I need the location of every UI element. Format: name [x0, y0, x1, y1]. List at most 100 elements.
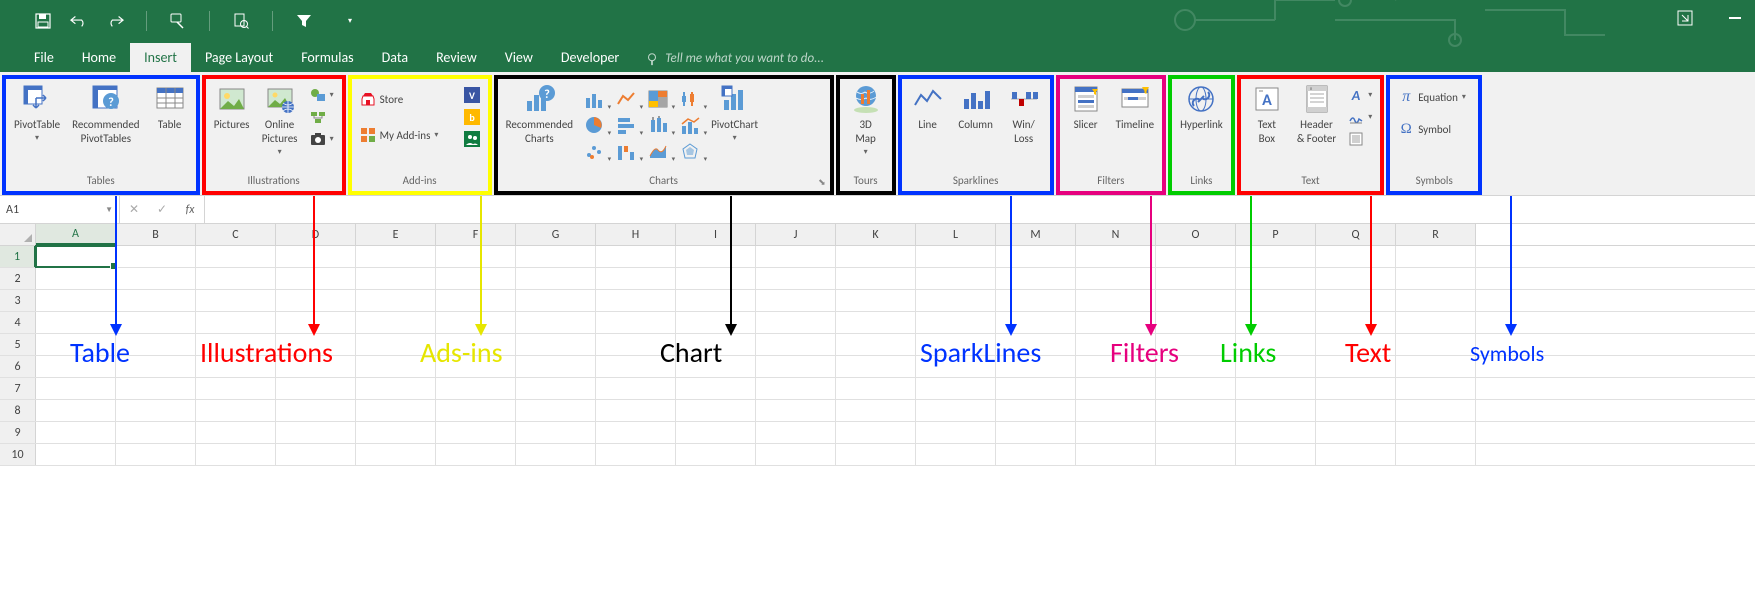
cell[interactable] — [836, 290, 916, 311]
cell[interactable] — [756, 312, 836, 333]
cell[interactable] — [196, 378, 276, 399]
cell[interactable] — [596, 400, 676, 421]
cell[interactable] — [516, 400, 596, 421]
column-header[interactable]: F — [436, 224, 516, 245]
cell[interactable] — [116, 334, 196, 355]
cell[interactable] — [516, 378, 596, 399]
cell[interactable] — [356, 444, 436, 465]
cell[interactable] — [1156, 356, 1236, 377]
cell[interactable] — [996, 312, 1076, 333]
cell[interactable] — [836, 356, 916, 377]
cell[interactable] — [276, 378, 356, 399]
cell[interactable] — [676, 378, 756, 399]
cell[interactable] — [1236, 356, 1316, 377]
cell[interactable] — [596, 356, 676, 377]
cell[interactable] — [436, 356, 516, 377]
cell[interactable] — [676, 290, 756, 311]
tell-me-search[interactable]: Tell me what you want to do... — [645, 51, 824, 72]
pie-chart-button[interactable]: ▾ — [581, 113, 607, 137]
screenshot-button[interactable]: ▾ — [306, 129, 338, 149]
cell[interactable] — [836, 378, 916, 399]
cell[interactable] — [1396, 312, 1476, 333]
cell[interactable] — [756, 444, 836, 465]
cell[interactable] — [356, 290, 436, 311]
cell[interactable] — [916, 356, 996, 377]
cell[interactable] — [356, 378, 436, 399]
cell[interactable] — [1076, 378, 1156, 399]
store-button[interactable]: Store — [356, 89, 456, 109]
cell[interactable] — [756, 268, 836, 289]
minimize-icon[interactable] — [1725, 8, 1745, 28]
cell[interactable] — [276, 312, 356, 333]
cell[interactable] — [1236, 268, 1316, 289]
cell[interactable] — [996, 444, 1076, 465]
cell[interactable] — [1076, 356, 1156, 377]
cell[interactable] — [356, 400, 436, 421]
ribbon-display-icon[interactable] — [1675, 8, 1695, 28]
name-box[interactable]: A1▼ — [0, 196, 120, 223]
scatter-chart-button[interactable]: ▾ — [581, 139, 607, 163]
cell[interactable] — [36, 268, 116, 289]
cell[interactable] — [276, 356, 356, 377]
cell[interactable] — [996, 378, 1076, 399]
cell[interactable] — [1316, 268, 1396, 289]
redo-icon[interactable] — [106, 12, 124, 30]
cell[interactable] — [596, 246, 676, 267]
column-header[interactable]: E — [356, 224, 436, 245]
tab-formulas[interactable]: Formulas — [287, 43, 367, 72]
cell[interactable] — [116, 290, 196, 311]
cell[interactable] — [36, 334, 116, 355]
cell[interactable] — [196, 246, 276, 267]
tab-review[interactable]: Review — [422, 43, 491, 72]
pictures-button[interactable]: Pictures — [210, 81, 254, 133]
cell[interactable] — [1156, 334, 1236, 355]
cell[interactable] — [1156, 422, 1236, 443]
column-header[interactable]: B — [116, 224, 196, 245]
radar-chart-button[interactable]: ▾ — [677, 139, 703, 163]
cell[interactable] — [116, 400, 196, 421]
combo-chart-button[interactable]: ▾ — [677, 113, 703, 137]
cell[interactable] — [996, 290, 1076, 311]
cell[interactable] — [196, 356, 276, 377]
hyperlink-button[interactable]: Hyperlink — [1176, 81, 1227, 133]
touch-mode-icon[interactable] — [169, 12, 187, 30]
cell[interactable] — [1156, 378, 1236, 399]
cell[interactable] — [516, 268, 596, 289]
cell[interactable] — [1156, 246, 1236, 267]
visio-addin-button[interactable]: V — [460, 85, 484, 105]
cell[interactable] — [436, 312, 516, 333]
row-header[interactable]: 9 — [0, 422, 36, 443]
cell[interactable] — [676, 246, 756, 267]
row-header[interactable]: 6 — [0, 356, 36, 377]
people-addin-button[interactable] — [460, 129, 484, 149]
column-header[interactable]: N — [1076, 224, 1156, 245]
bing-addin-button[interactable]: b — [460, 107, 484, 127]
cell[interactable] — [276, 422, 356, 443]
column-header[interactable]: I — [676, 224, 756, 245]
cell[interactable] — [1156, 290, 1236, 311]
cell[interactable] — [916, 400, 996, 421]
cell[interactable] — [436, 246, 516, 267]
column-header[interactable]: P — [1236, 224, 1316, 245]
row-header[interactable]: 3 — [0, 290, 36, 311]
undo-icon[interactable] — [70, 12, 88, 30]
slicer-button[interactable]: Slicer — [1064, 81, 1108, 133]
cell[interactable] — [1236, 312, 1316, 333]
3d-map-button[interactable]: 3D Map ▾ — [844, 81, 888, 159]
cell[interactable] — [36, 400, 116, 421]
cell[interactable] — [1316, 246, 1396, 267]
cell[interactable] — [1156, 444, 1236, 465]
cell[interactable] — [836, 422, 916, 443]
header-footer-button[interactable]: # Header & Footer — [1293, 81, 1340, 147]
cell[interactable] — [356, 312, 436, 333]
cell[interactable] — [196, 312, 276, 333]
cell[interactable] — [436, 290, 516, 311]
cell[interactable] — [436, 334, 516, 355]
column-header[interactable]: L — [916, 224, 996, 245]
cell[interactable] — [196, 290, 276, 311]
tab-file[interactable]: File — [20, 43, 68, 72]
cell[interactable] — [1236, 422, 1316, 443]
cell[interactable] — [116, 444, 196, 465]
cell[interactable] — [756, 378, 836, 399]
cell[interactable] — [1316, 334, 1396, 355]
